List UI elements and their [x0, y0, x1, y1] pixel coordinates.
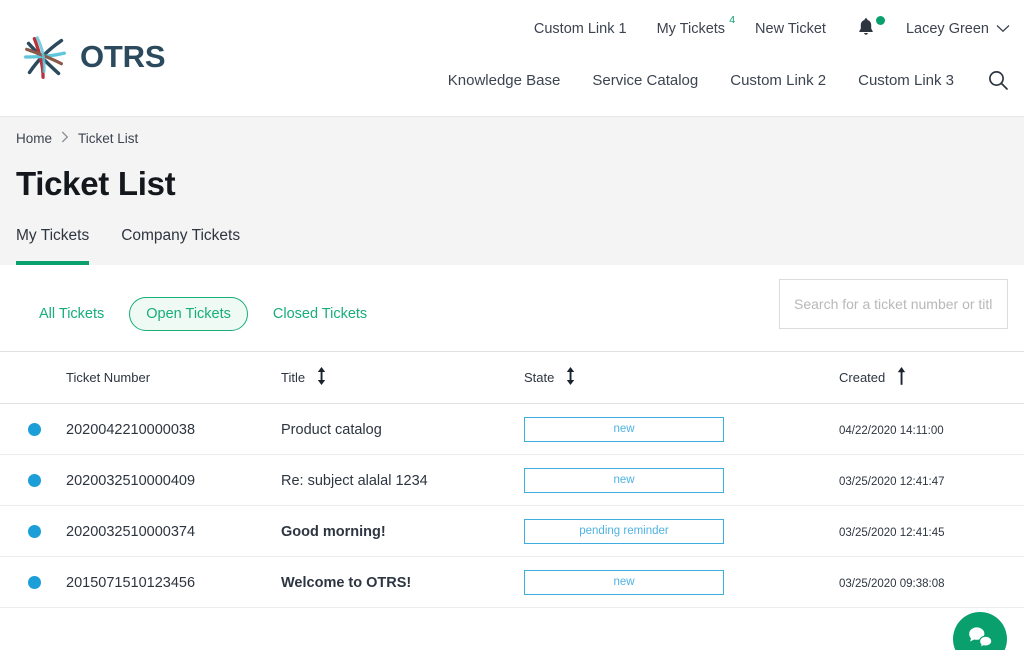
nav-custom-link-2[interactable]: Custom Link 2 [730, 72, 826, 89]
page-header-band: Home Ticket List Ticket List My Tickets … [0, 117, 1024, 265]
nav-knowledge-base[interactable]: Knowledge Base [448, 72, 561, 89]
col-header-ticket-number[interactable]: Ticket Number [66, 351, 281, 404]
unread-status-dot [28, 524, 41, 538]
utility-nav: Custom Link 1 My Tickets 4 New Ticket Lac… [534, 14, 1010, 42]
filters-row: All Tickets Open Tickets Closed Tickets [0, 265, 1024, 351]
unread-status-dot [28, 575, 41, 589]
nav-service-catalog[interactable]: Service Catalog [592, 72, 698, 89]
row-ticket-number: 2020032510000409 [66, 454, 281, 506]
table-row[interactable]: 2020032510000409 Re: subject alalal 1234… [0, 454, 1024, 506]
state-badge: new [524, 569, 724, 595]
breadcrumb-separator-icon [61, 130, 69, 146]
tab-company-tickets[interactable]: Company Tickets [121, 227, 240, 265]
ticket-table: Ticket Number Title State Created 202004… [0, 351, 1024, 608]
row-status-cell [0, 454, 66, 506]
search-input[interactable] [780, 280, 1007, 328]
sort-ascending-icon[interactable] [895, 366, 908, 389]
row-created: 03/25/2020 09:38:08 [839, 556, 1024, 608]
notification-status-dot [875, 16, 885, 25]
row-title: Re: subject alalal 1234 [281, 454, 524, 506]
row-state: new [524, 454, 839, 506]
otrs-asterisk-logo-icon [16, 28, 74, 86]
row-title: Product catalog [281, 403, 524, 455]
state-badge: pending reminder [524, 518, 724, 544]
row-state: pending reminder [524, 505, 839, 557]
sort-both-icon[interactable] [564, 366, 577, 389]
logo[interactable]: OTRS [16, 28, 166, 86]
user-name: Lacey Green [905, 21, 989, 37]
nav-custom-link-3[interactable]: Custom Link 3 [858, 72, 954, 89]
col-header-title[interactable]: Title [281, 351, 524, 404]
col-header-state[interactable]: State [524, 351, 839, 404]
unread-status-dot [28, 473, 41, 487]
row-title: Welcome to OTRS! [281, 556, 524, 608]
ticket-search[interactable] [779, 279, 1008, 329]
row-state: new [524, 556, 839, 608]
col-header-created[interactable]: Created [839, 351, 1024, 404]
row-status-cell [0, 505, 66, 557]
row-created: 03/25/2020 12:41:47 [839, 454, 1024, 506]
row-title: Good morning! [281, 505, 524, 557]
chevron-down-icon [996, 21, 1010, 37]
tab-my-tickets[interactable]: My Tickets [16, 227, 90, 265]
row-created: 03/25/2020 12:41:45 [839, 505, 1024, 557]
site-header: OTRS Custom Link 1 My Tickets 4 New Ticke… [0, 0, 1024, 117]
logo-text: OTRS [80, 39, 166, 74]
nav-new-ticket[interactable]: New Ticket [755, 21, 826, 37]
row-ticket-number: 2020042210000038 [66, 403, 281, 455]
state-badge: new [524, 467, 724, 493]
table-row[interactable]: 2020042210000038 Product catalog new 04/… [0, 403, 1024, 455]
row-state: new [524, 403, 839, 455]
notifications-button[interactable] [856, 16, 885, 42]
unread-status-dot [28, 422, 41, 436]
row-created: 04/22/2020 14:11:00 [839, 403, 1024, 455]
breadcrumb-home[interactable]: Home [16, 131, 52, 146]
table-row[interactable]: 2020032510000374 Good morning! pending r… [0, 505, 1024, 557]
nav-my-tickets[interactable]: My Tickets 4 [657, 14, 735, 37]
ticket-scope-tabs: My Tickets Company Tickets [16, 227, 240, 265]
main-content: All Tickets Open Tickets Closed Tickets … [0, 265, 1024, 650]
table-row[interactable]: 2015071510123456 Welcome to OTRS! new 03… [0, 556, 1024, 608]
nav-custom-link-1[interactable]: Custom Link 1 [534, 21, 627, 37]
col-header-status [0, 351, 66, 404]
chat-fab-button[interactable] [953, 612, 1007, 650]
bell-icon [856, 16, 876, 42]
row-status-cell [0, 403, 66, 455]
status-filter-group: All Tickets Open Tickets Closed Tickets [22, 297, 384, 331]
user-menu[interactable]: Lacey Green [906, 21, 1010, 37]
page-title: Ticket List [16, 165, 176, 202]
search-icon[interactable] [986, 68, 1010, 92]
filter-closed-tickets[interactable]: Closed Tickets [256, 297, 384, 331]
row-status-cell [0, 556, 66, 608]
filter-all-tickets[interactable]: All Tickets [22, 297, 121, 331]
row-ticket-number: 2015071510123456 [66, 556, 281, 608]
breadcrumb: Home Ticket List [16, 130, 138, 146]
my-tickets-count-badge: 4 [729, 14, 736, 26]
chat-bubbles-icon [966, 623, 994, 650]
table-header-row: Ticket Number Title State Created [0, 351, 1024, 404]
filter-open-tickets[interactable]: Open Tickets [129, 297, 248, 331]
breadcrumb-current: Ticket List [78, 130, 139, 146]
sort-both-icon[interactable] [315, 366, 328, 389]
row-ticket-number: 2020032510000374 [66, 505, 281, 557]
main-nav: Knowledge Base Service Catalog Custom Li… [448, 68, 1010, 92]
state-badge: new [524, 416, 724, 442]
